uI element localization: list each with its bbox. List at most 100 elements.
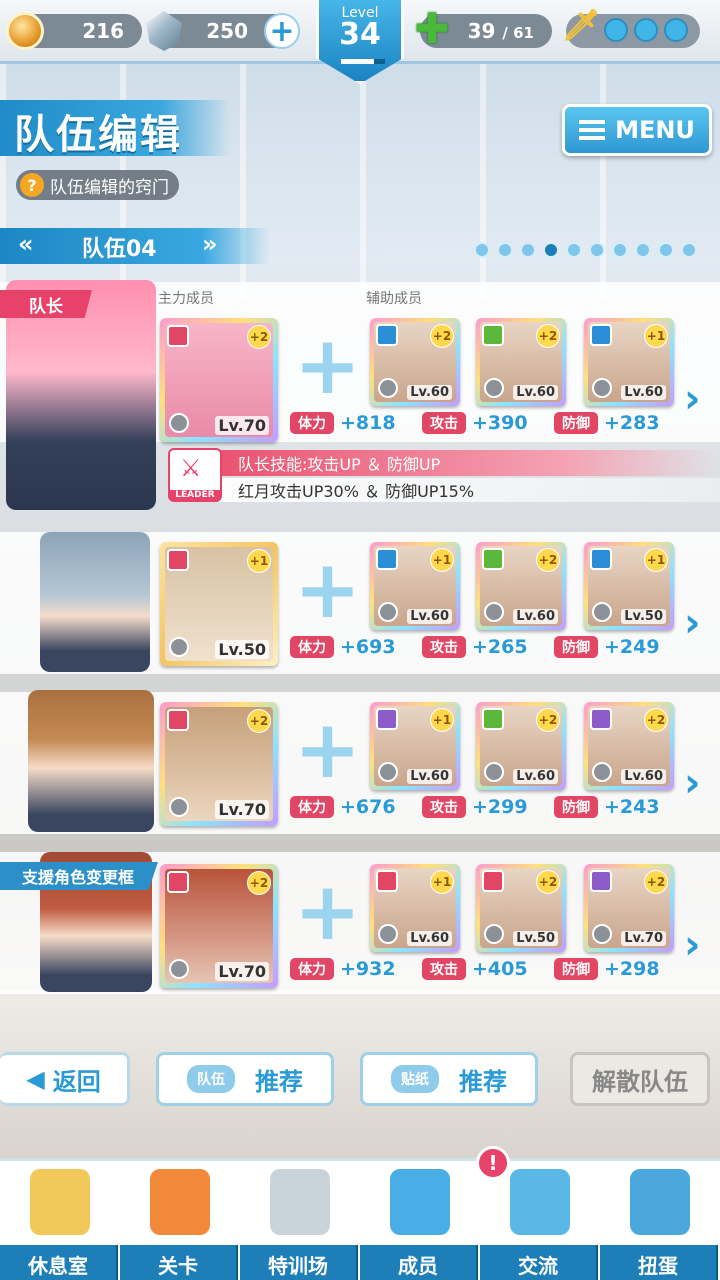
- attribute-icon: [167, 325, 189, 347]
- weapon-icon: [484, 378, 504, 398]
- menu-label: MENU: [615, 116, 695, 144]
- stat-value: +265: [472, 636, 528, 658]
- card-level: Lv.60: [513, 769, 558, 784]
- stat-value: +390: [472, 412, 528, 434]
- row-detail-chevron-icon[interactable]: ›: [684, 760, 700, 806]
- support-member-card[interactable]: +1 Lv.60: [584, 318, 674, 406]
- pager-dot[interactable]: [566, 242, 582, 258]
- support-member-card[interactable]: +2 Lv.50: [476, 864, 566, 952]
- pager-dot[interactable]: [681, 242, 697, 258]
- card-level: Lv.60: [513, 609, 558, 624]
- support-member-card[interactable]: +2 Lv.70: [584, 864, 674, 952]
- nav-label: 扭蛋: [600, 1245, 718, 1280]
- row-detail-chevron-icon[interactable]: ›: [684, 600, 700, 646]
- next-team-button[interactable]: »: [202, 230, 218, 258]
- support-change-tag[interactable]: 支援角色变更框: [0, 862, 158, 890]
- card-rank: +1: [430, 548, 454, 572]
- disband-team-button[interactable]: 解散队伍: [570, 1052, 710, 1106]
- nav-item[interactable]: 关卡: [120, 1161, 240, 1280]
- help-button[interactable]: ? 队伍编辑的窍门: [16, 170, 179, 200]
- team-pager[interactable]: [474, 242, 697, 258]
- nav-item[interactable]: 成员: [360, 1161, 480, 1280]
- stat-bonus: 攻击 +299: [422, 796, 528, 818]
- sticker-recommend-button[interactable]: 贴纸 推荐: [360, 1052, 538, 1106]
- card-rank: +2: [536, 870, 560, 894]
- card-level: Lv.60: [621, 769, 666, 784]
- top-status-bar: 216 250 + Level 34 ✚ 39 / 61 🗡: [0, 0, 720, 84]
- weapon-icon: [378, 762, 398, 782]
- sword-dots: [598, 18, 688, 47]
- row-detail-chevron-icon[interactable]: ›: [684, 376, 700, 422]
- question-icon: ?: [20, 173, 44, 197]
- nav-item[interactable]: 特训场: [240, 1161, 360, 1280]
- pager-dot[interactable]: [474, 242, 490, 258]
- nav-item[interactable]: 休息室: [0, 1161, 120, 1280]
- pager-dot[interactable]: [658, 242, 674, 258]
- main-member-card[interactable]: +1 Lv.50: [160, 542, 278, 666]
- attribute-icon: [590, 548, 612, 570]
- plus-icon: +: [294, 703, 362, 796]
- support-member-card[interactable]: +2 Lv.60: [476, 542, 566, 630]
- attribute-icon: [590, 870, 612, 892]
- leader-tag: 队长: [0, 290, 92, 318]
- team-recommend-button[interactable]: 队伍 推荐: [156, 1052, 334, 1106]
- menu-button[interactable]: MENU: [562, 104, 712, 156]
- character-portrait-3[interactable]: [28, 690, 154, 832]
- page-title: 队伍编辑: [14, 112, 182, 158]
- plus-icon: +: [294, 543, 362, 636]
- prev-team-button[interactable]: «: [18, 230, 34, 258]
- main-member-card[interactable]: +2 Lv.70: [160, 864, 278, 988]
- support-member-card[interactable]: +1 Lv.60: [370, 864, 460, 952]
- gem-value: 250: [206, 19, 248, 43]
- card-level: Lv.70: [215, 800, 269, 819]
- card-rank: +2: [536, 708, 560, 732]
- stat-value: +283: [604, 412, 660, 434]
- sticker-recommend-sub: 贴纸: [391, 1065, 439, 1093]
- support-member-card[interactable]: +1 Lv.60: [370, 702, 460, 790]
- coin-value: 216: [82, 19, 124, 43]
- back-button[interactable]: ◀ 返回: [0, 1052, 130, 1106]
- stat-value: +249: [604, 636, 660, 658]
- main-member-card[interactable]: +2 Lv.70: [160, 702, 278, 826]
- support-member-card[interactable]: +2 Lv.60: [476, 702, 566, 790]
- back-label: 返回: [52, 1067, 101, 1096]
- support-member-card[interactable]: +1 Lv.60: [370, 542, 460, 630]
- support-member-card[interactable]: +2 Lv.60: [370, 318, 460, 406]
- main-member-card[interactable]: +2 Lv.70: [160, 318, 278, 442]
- add-gems-button[interactable]: +: [264, 13, 300, 49]
- pager-dot[interactable]: [520, 242, 536, 258]
- stat-label: 攻击: [422, 958, 466, 980]
- card-level: Lv.60: [621, 385, 666, 400]
- stat-bonus: 防御 +249: [554, 636, 660, 658]
- stat-label: 体力: [290, 636, 334, 658]
- cat-mascot-icon: [390, 1169, 450, 1235]
- attribute-icon: [482, 324, 504, 346]
- pager-dot[interactable]: [612, 242, 628, 258]
- support-member-card[interactable]: +2 Lv.60: [476, 318, 566, 406]
- character-portrait-2[interactable]: [40, 532, 150, 672]
- weapon-icon: [592, 762, 612, 782]
- stat-value: +676: [340, 796, 396, 818]
- weapon-icon: [484, 602, 504, 622]
- nav-item[interactable]: 扭蛋: [600, 1161, 720, 1280]
- stat-label: 防御: [554, 958, 598, 980]
- pager-dot[interactable]: [589, 242, 605, 258]
- card-level: Lv.60: [407, 931, 452, 946]
- attribute-icon: [167, 871, 189, 893]
- weapon-icon: [484, 924, 504, 944]
- stat-bonus: 攻击 +390: [422, 412, 528, 434]
- support-member-card[interactable]: +2 Lv.60: [584, 702, 674, 790]
- hamburger-icon: [579, 120, 606, 140]
- row-detail-chevron-icon[interactable]: ›: [684, 922, 700, 968]
- support-member-card[interactable]: +1 Lv.50: [584, 542, 674, 630]
- stat-bonus: 攻击 +265: [422, 636, 528, 658]
- weapon-icon: [169, 797, 189, 817]
- weapon-icon: [378, 602, 398, 622]
- pager-dot[interactable]: [543, 242, 559, 258]
- plus-icon: +: [294, 865, 362, 958]
- pager-dot[interactable]: [497, 242, 513, 258]
- stat-label: 体力: [290, 958, 334, 980]
- pager-dot[interactable]: [635, 242, 651, 258]
- level-progress-bar: [341, 59, 385, 64]
- stat-bonus: 防御 +298: [554, 958, 660, 980]
